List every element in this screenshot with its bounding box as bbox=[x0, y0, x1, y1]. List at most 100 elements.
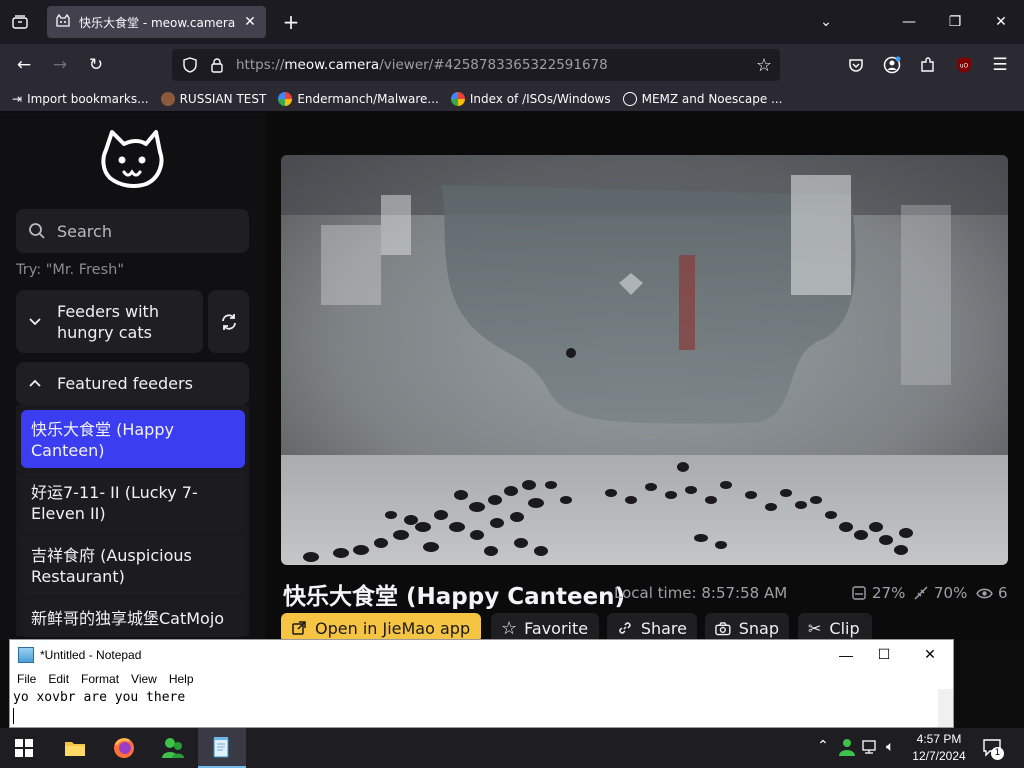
notepad-title-bar[interactable]: *Untitled - Notepad — ☐ ✕ bbox=[10, 640, 953, 669]
text-cursor bbox=[13, 708, 14, 724]
favorite-label: Favorite bbox=[524, 618, 589, 638]
avatar-favicon-icon bbox=[160, 91, 175, 106]
people-app-icon[interactable] bbox=[149, 728, 197, 768]
list-all-tabs-icon[interactable] bbox=[8, 11, 32, 33]
food-bowl-icon bbox=[852, 586, 866, 600]
fill-level-value: 70% bbox=[934, 584, 968, 602]
url-host: meow.camera bbox=[284, 57, 380, 73]
google-favicon-icon bbox=[278, 91, 293, 106]
feeder-item-happy-canteen[interactable]: 快乐大食堂 (Happy Canteen) bbox=[21, 410, 245, 468]
bookmark-item[interactable]: ⇥ Import bookmarks... bbox=[12, 92, 149, 106]
clock-time: 4:57 PM bbox=[916, 732, 962, 746]
tab-overflow-chevron-icon[interactable]: ⌄ bbox=[814, 10, 838, 34]
account-icon[interactable] bbox=[878, 51, 906, 79]
bookmark-item[interactable]: MEMZ and Noescape ... bbox=[622, 91, 783, 106]
bookmark-label: MEMZ and Noescape ... bbox=[641, 91, 783, 106]
notepad-taskbar-icon[interactable] bbox=[198, 728, 246, 768]
minimize-window-icon[interactable]: — bbox=[886, 0, 932, 44]
chevron-up-icon bbox=[28, 379, 46, 388]
browser-tab[interactable]: 快乐大食堂 - meow.camera ✕ bbox=[47, 6, 266, 38]
notepad-text-area[interactable]: yo xovbr are you there bbox=[13, 689, 938, 727]
url-path: /viewer/#4258783365322591678 bbox=[379, 57, 608, 73]
hungry-feeders-toggle[interactable]: Feeders with hungry cats bbox=[16, 290, 203, 353]
start-button-windows-icon[interactable] bbox=[0, 728, 48, 768]
feeder-item-lucky-7-eleven[interactable]: 好运7-11- II (Lucky 7-Eleven II) bbox=[21, 473, 245, 531]
snap-label: Snap bbox=[738, 618, 779, 638]
close-tab-icon[interactable]: ✕ bbox=[242, 14, 258, 30]
meow-camera-logo[interactable] bbox=[98, 128, 168, 194]
close-icon[interactable]: ✕ bbox=[907, 646, 953, 663]
pocket-icon[interactable] bbox=[842, 51, 870, 79]
url-text[interactable]: https://meow.camera/viewer/#425878336532… bbox=[236, 57, 608, 73]
taskbar-clock[interactable]: 4:57 PM 12/7/2024 bbox=[906, 731, 972, 765]
fish-bone-icon bbox=[914, 586, 928, 600]
menu-view[interactable]: View bbox=[131, 672, 157, 686]
search-hint: Try: "Mr. Fresh" bbox=[16, 262, 124, 278]
restore-window-icon[interactable]: ❐ bbox=[932, 0, 978, 44]
clock-date: 12/7/2024 bbox=[912, 749, 966, 763]
bookmark-label: Index of /ISOs/Windows bbox=[469, 91, 611, 106]
star-icon: ☆ bbox=[501, 617, 518, 639]
notification-count-badge: 1 bbox=[991, 747, 1004, 760]
notepad-window: *Untitled - Notepad — ☐ ✕ File Edit Form… bbox=[9, 639, 954, 728]
tab-title: 快乐大食堂 - meow.camera bbox=[79, 15, 236, 30]
bookmark-label: RUSSIAN TEST bbox=[179, 91, 267, 106]
menu-file[interactable]: File bbox=[17, 672, 36, 686]
hamburger-menu-icon[interactable]: ☰ bbox=[986, 51, 1014, 79]
tracking-protection-shield-icon[interactable] bbox=[180, 57, 200, 73]
notepad-text-line: yo xovbr are you there bbox=[13, 690, 186, 705]
maximize-icon[interactable]: ☐ bbox=[861, 646, 907, 663]
search-input[interactable]: Search bbox=[16, 209, 249, 253]
eye-icon bbox=[976, 588, 993, 598]
feeder-title: 快乐大食堂 (Happy Canteen) bbox=[283, 584, 626, 610]
extensions-puzzle-icon[interactable] bbox=[914, 51, 942, 79]
camera-frame-image bbox=[281, 155, 1008, 565]
bookmark-item[interactable]: Index of /ISOs/Windows bbox=[450, 91, 611, 106]
file-explorer-folder-icon[interactable] bbox=[51, 728, 99, 768]
user-tray-icon[interactable] bbox=[838, 738, 856, 758]
food-level-stat: 27% bbox=[851, 584, 905, 602]
bookmark-star-icon[interactable]: ☆ bbox=[756, 55, 772, 76]
back-arrow-icon[interactable]: ← bbox=[10, 51, 38, 79]
camera-video-feed[interactable] bbox=[281, 155, 1008, 565]
scissors-icon: ✂ bbox=[808, 618, 822, 638]
feeder-item-catmojo[interactable]: 新鲜哥的独享城堡CatMojo bbox=[21, 599, 245, 637]
globe-icon bbox=[622, 91, 637, 106]
menu-edit[interactable]: Edit bbox=[48, 672, 69, 686]
reload-icon[interactable]: ↻ bbox=[82, 51, 110, 79]
cat-favicon-icon bbox=[56, 14, 70, 27]
featured-feeders-toggle[interactable]: Featured feeders bbox=[16, 362, 249, 405]
bookmark-item[interactable]: Endermanch/Malware... bbox=[278, 91, 439, 106]
firefox-icon[interactable] bbox=[100, 728, 148, 768]
volume-speaker-icon[interactable]: 🔈︎ bbox=[886, 739, 904, 757]
refresh-icon bbox=[221, 313, 236, 330]
lock-icon[interactable] bbox=[208, 57, 226, 73]
local-time: Local time: 8:57:58 AM bbox=[614, 584, 788, 602]
open-in-app-label: Open in JieMao app bbox=[315, 618, 471, 638]
menu-format[interactable]: Format bbox=[81, 672, 119, 686]
network-icon[interactable] bbox=[862, 739, 882, 757]
viewer-count-stat: 6 bbox=[976, 584, 1008, 602]
bookmark-item[interactable]: RUSSIAN TEST bbox=[160, 91, 267, 106]
menu-help[interactable]: Help bbox=[169, 672, 194, 686]
new-tab-icon[interactable]: + bbox=[279, 10, 303, 34]
google-favicon-icon bbox=[450, 91, 465, 106]
close-window-icon[interactable]: ✕ bbox=[978, 0, 1024, 44]
chevron-down-icon bbox=[28, 317, 46, 326]
show-hidden-icons-chevron-icon[interactable]: ⌃ bbox=[813, 738, 833, 758]
notepad-app-icon bbox=[18, 646, 34, 663]
camera-icon bbox=[715, 621, 731, 635]
url-scheme: https:// bbox=[236, 57, 285, 73]
bookmarks-toolbar: ⇥ Import bookmarks... RUSSIAN TEST Enderm… bbox=[0, 86, 1024, 112]
svg-text:uO: uO bbox=[960, 63, 969, 70]
search-icon bbox=[29, 223, 45, 239]
url-bar[interactable]: https://meow.camera/viewer/#425878336532… bbox=[172, 49, 780, 81]
refresh-button[interactable] bbox=[208, 290, 249, 353]
ublock-origin-icon[interactable]: uO bbox=[950, 51, 978, 79]
forward-arrow-icon[interactable]: → bbox=[46, 51, 74, 79]
import-bookmarks-icon: ⇥ bbox=[12, 91, 23, 106]
external-link-icon bbox=[292, 621, 306, 635]
vertical-scrollbar[interactable] bbox=[938, 689, 953, 727]
feeder-item-auspicious-restaurant[interactable]: 吉祥食府 (Auspicious Restaurant) bbox=[21, 536, 245, 594]
action-center-notifications-icon[interactable]: 1 bbox=[982, 738, 1006, 760]
